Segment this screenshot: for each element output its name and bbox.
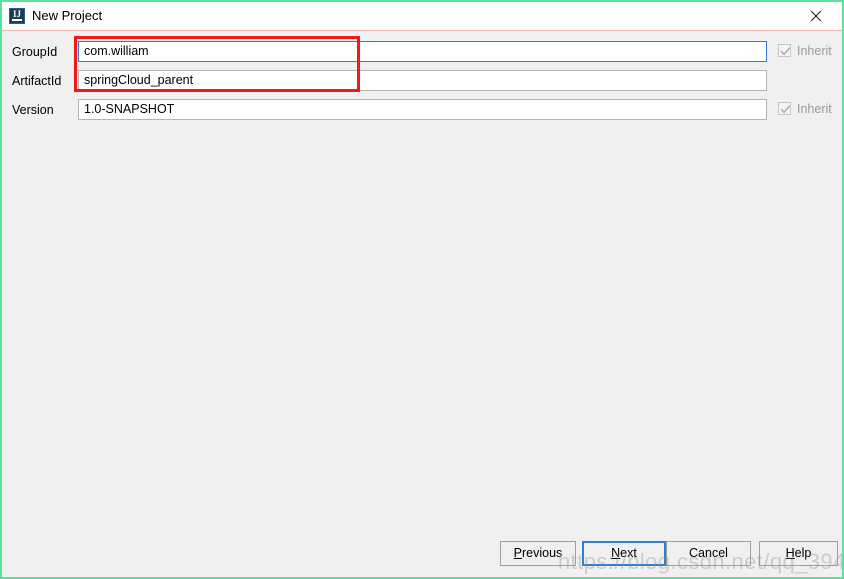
- help-button[interactable]: Help: [759, 541, 838, 566]
- version-input[interactable]: 1.0-SNAPSHOT: [78, 99, 767, 120]
- next-button-label: ext: [620, 546, 637, 560]
- intellij-idea-icon: IJ: [9, 8, 25, 24]
- artifactid-label: ArtifactId: [12, 74, 62, 88]
- previous-button-label: revious: [522, 546, 563, 560]
- groupid-inherit-label: Inherit: [797, 44, 832, 58]
- groupid-input[interactable]: com.william: [78, 41, 767, 62]
- groupid-inherit-checkbox[interactable]: Inherit: [778, 43, 840, 61]
- window-title: New Project: [32, 8, 103, 23]
- title-bar: IJ New Project: [2, 2, 842, 31]
- version-label: Version: [12, 103, 54, 117]
- next-button-mnemonic: N: [611, 546, 621, 560]
- form-row-artifactid: ArtifactId springCloud_parent: [2, 70, 842, 92]
- version-inherit-label: Inherit: [797, 102, 832, 116]
- previous-button-mnemonic: P: [513, 546, 523, 560]
- app-icon-letters: IJ: [12, 9, 21, 19]
- form-row-groupid: GroupId com.william Inherit: [2, 41, 842, 63]
- previous-button[interactable]: Previous: [500, 541, 576, 566]
- form-row-version: Version 1.0-SNAPSHOT Inherit: [2, 99, 842, 121]
- close-button[interactable]: [798, 2, 834, 30]
- new-project-dialog: IJ New Project GroupId com.william Inher…: [0, 0, 844, 579]
- groupid-label: GroupId: [12, 45, 58, 59]
- checkbox-checked-icon: [778, 102, 791, 115]
- help-button-mnemonic: H: [785, 546, 795, 560]
- project-coordinates-form: GroupId com.william Inherit ArtifactId s…: [2, 32, 842, 527]
- app-icon-underline: [12, 19, 22, 21]
- artifactid-input[interactable]: springCloud_parent: [78, 70, 767, 91]
- version-inherit-checkbox[interactable]: Inherit: [778, 101, 840, 119]
- dialog-button-bar: Previous Next Cancel Help: [2, 527, 842, 577]
- next-button[interactable]: Next: [582, 541, 666, 566]
- cancel-button[interactable]: Cancel: [666, 541, 751, 566]
- help-button-label: elp: [794, 546, 812, 560]
- checkbox-checked-icon: [778, 44, 791, 57]
